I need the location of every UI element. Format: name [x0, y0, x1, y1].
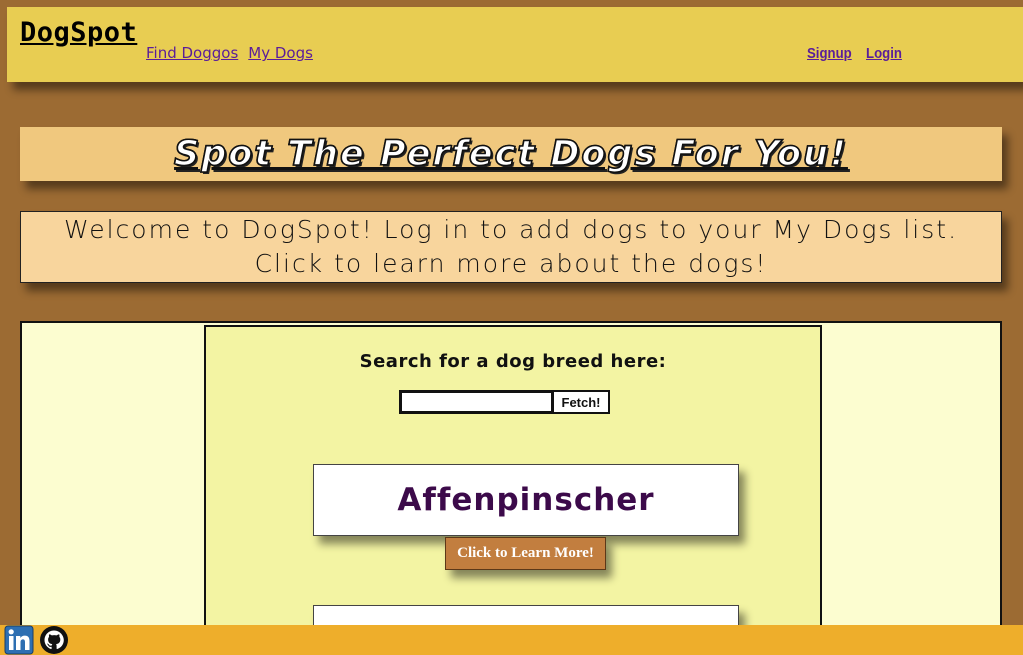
search-label: Search for a dog breed here:: [359, 351, 667, 372]
site-footer: [0, 625, 1023, 655]
nav-find-doggos-link[interactable]: Find Doggos: [146, 44, 238, 62]
signup-link[interactable]: Signup: [807, 45, 852, 62]
site-logo[interactable]: DogSpot: [20, 17, 137, 48]
welcome-line-1: Welcome to DogSpot! Log in to add dogs t…: [63, 215, 959, 244]
welcome-line-2: Click to learn more about the dogs!: [254, 249, 768, 278]
welcome-banner: Welcome to DogSpot! Log in to add dogs t…: [20, 211, 1002, 283]
linkedin-icon[interactable]: [3, 625, 35, 655]
breed-card-affenpinscher[interactable]: Affenpinscher: [313, 464, 739, 536]
auth-nav: Signup Login: [807, 45, 907, 62]
site-header: DogSpot Find Doggos My Dogs Signup Login: [7, 7, 1023, 82]
fetch-button[interactable]: Fetch!: [554, 392, 608, 412]
search-form: Fetch!: [399, 390, 610, 414]
nav-my-dogs-link[interactable]: My Dogs: [248, 44, 313, 62]
primary-nav: Find Doggos My Dogs: [146, 44, 313, 62]
learn-more-button[interactable]: Click to Learn More!: [445, 537, 606, 570]
main-inner-panel: Search for a dog breed here: Fetch! Affe…: [204, 325, 822, 653]
breed-name: Affenpinscher: [397, 482, 655, 518]
search-input[interactable]: [401, 392, 552, 412]
login-link[interactable]: Login: [866, 45, 902, 62]
github-icon[interactable]: [38, 625, 70, 655]
main-outer-panel: Search for a dog breed here: Fetch! Affe…: [20, 321, 1002, 655]
title-banner: Spot The Perfect Dogs For You!: [20, 127, 1002, 181]
page-title: Spot The Perfect Dogs For You!: [173, 133, 848, 175]
welcome-message: Welcome to DogSpot! Log in to add dogs t…: [64, 213, 958, 281]
